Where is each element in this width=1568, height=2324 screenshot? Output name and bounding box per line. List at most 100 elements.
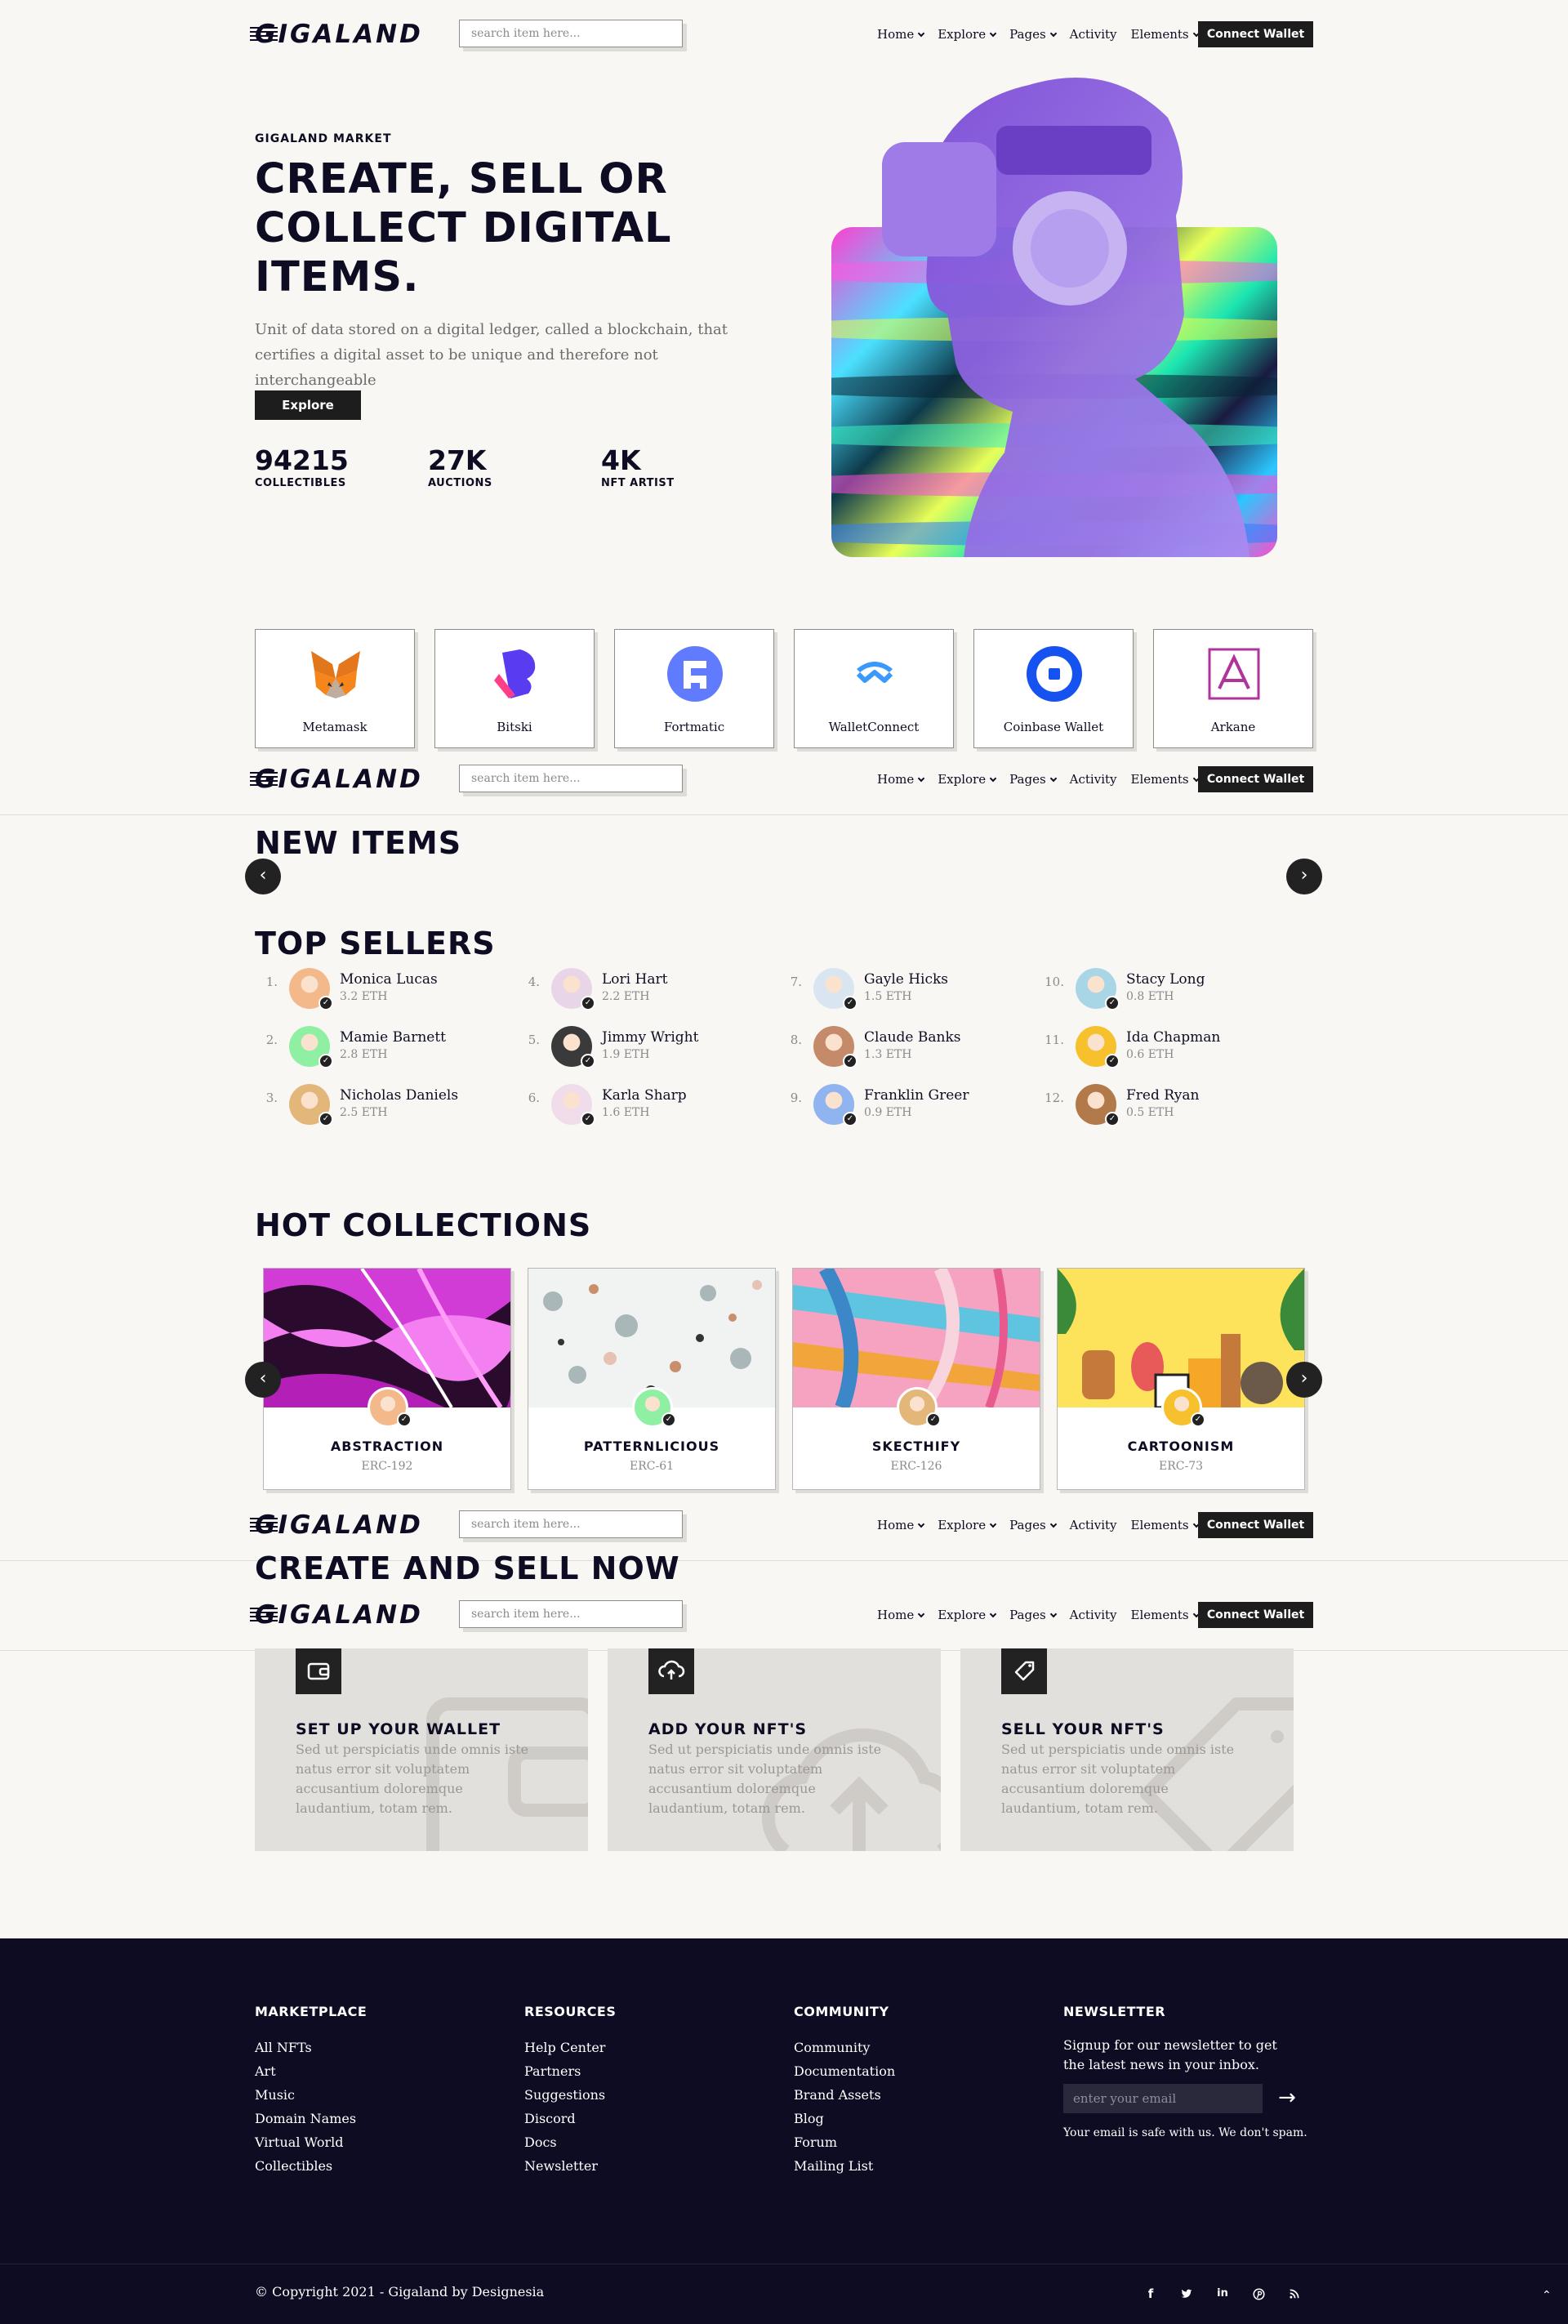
new-items-prev-button[interactable]: ‹	[245, 859, 281, 894]
stat-label: NFT Artist	[601, 477, 675, 489]
footer-link[interactable]: Mailing List	[794, 2154, 895, 2178]
collection-card[interactable]: ✓ Skecthify ERC-126	[792, 1268, 1040, 1490]
seller-avatar[interactable]: ✓	[551, 1026, 595, 1068]
linkedin-icon[interactable]: in	[1213, 2284, 1232, 2304]
nav-item-explore[interactable]: Explore	[938, 772, 997, 787]
footer-link[interactable]: Collectibles	[255, 2154, 367, 2178]
search-input[interactable]: search item here...	[459, 765, 683, 792]
footer-link[interactable]: Music	[255, 2083, 367, 2107]
collections-prev-button[interactable]: ‹	[245, 1362, 281, 1398]
footer-link[interactable]: Community	[794, 2036, 895, 2059]
nav-item-pages[interactable]: Pages	[1009, 1518, 1057, 1532]
nav-item-activity[interactable]: Activity	[1070, 1518, 1117, 1532]
wallet-card-bitski[interactable]: Bitski	[434, 629, 595, 748]
seller-item[interactable]: 6. ✓ Karla Sharp 1.6 ETH	[519, 1084, 764, 1130]
footer-link[interactable]: Partners	[524, 2059, 616, 2083]
seller-avatar[interactable]: ✓	[813, 1084, 858, 1126]
seller-item[interactable]: 11. ✓ Ida Chapman 0.6 ETH	[1043, 1026, 1288, 1072]
scroll-to-top-icon[interactable]: ⌃	[1542, 2289, 1552, 2302]
connect-wallet-button[interactable]: Connect Wallet	[1198, 766, 1313, 792]
search-input[interactable]: search item here...	[459, 1510, 683, 1538]
nav-item-pages[interactable]: Pages	[1009, 27, 1057, 42]
collection-card[interactable]: ✓ Patternlicious ERC-61	[528, 1268, 776, 1490]
seller-item[interactable]: 5. ✓ Jimmy Wright 1.9 ETH	[519, 1026, 764, 1072]
collection-card[interactable]: ✓ Abstraction ERC-192	[263, 1268, 511, 1490]
footer-link[interactable]: Suggestions	[524, 2083, 616, 2107]
collections-next-button[interactable]: ›	[1286, 1362, 1322, 1398]
footer-link[interactable]: Art	[255, 2059, 367, 2083]
nav-item-activity[interactable]: Activity	[1070, 1608, 1117, 1622]
footer-link[interactable]: Newsletter	[524, 2154, 616, 2178]
seller-avatar[interactable]: ✓	[551, 1084, 595, 1126]
nav-item-elements[interactable]: Elements	[1131, 27, 1200, 42]
seller-item[interactable]: 9. ✓ Franklin Greer 0.9 ETH	[781, 1084, 1026, 1130]
wallet-card-coinbase-wallet[interactable]: Coinbase Wallet	[973, 629, 1134, 748]
nav-item-pages[interactable]: Pages	[1009, 772, 1057, 787]
nav-item-elements[interactable]: Elements	[1131, 1518, 1200, 1532]
explore-button[interactable]: Explore	[255, 390, 361, 420]
nav-item-elements[interactable]: Elements	[1131, 772, 1200, 787]
nav-item-home[interactable]: Home	[877, 1608, 925, 1622]
rss-icon[interactable]	[1285, 2284, 1304, 2304]
footer-link[interactable]: Blog	[794, 2107, 895, 2130]
nav-item-explore[interactable]: Explore	[938, 1608, 997, 1622]
nav-item-activity[interactable]: Activity	[1070, 772, 1117, 787]
connect-wallet-button[interactable]: Connect Wallet	[1198, 1512, 1313, 1538]
gigaland-logo[interactable]: GIGALAND	[250, 1600, 434, 1630]
seller-avatar[interactable]: ✓	[289, 1026, 333, 1068]
nav-item-home[interactable]: Home	[877, 1518, 925, 1532]
seller-item[interactable]: 8. ✓ Claude Banks 1.3 ETH	[781, 1026, 1026, 1072]
seller-eth: 0.6 ETH	[1126, 1048, 1174, 1061]
nav-item-elements[interactable]: Elements	[1131, 1608, 1200, 1622]
wallet-card-walletconnect[interactable]: WalletConnect	[794, 629, 954, 748]
seller-avatar[interactable]: ✓	[813, 1026, 858, 1068]
search-input[interactable]: search item here...	[459, 20, 683, 47]
verified-check-icon: ✓	[318, 1112, 333, 1126]
newsletter-submit-arrow-icon[interactable]: →	[1272, 2084, 1302, 2113]
wallet-card-metamask[interactable]: Metamask	[255, 629, 415, 748]
footer-link[interactable]: Docs	[524, 2130, 616, 2154]
nav-item-activity[interactable]: Activity	[1070, 27, 1117, 42]
footer-link[interactable]: Forum	[794, 2130, 895, 2154]
footer-link[interactable]: Domain Names	[255, 2107, 367, 2130]
pinterest-icon[interactable]	[1249, 2284, 1268, 2304]
footer-link[interactable]: Documentation	[794, 2059, 895, 2083]
footer-link[interactable]: Brand Assets	[794, 2083, 895, 2107]
nav-item-explore[interactable]: Explore	[938, 27, 997, 42]
seller-avatar[interactable]: ✓	[1076, 1084, 1120, 1126]
seller-item[interactable]: 1. ✓ Monica Lucas 3.2 ETH	[256, 968, 501, 1014]
new-items-next-button[interactable]: ›	[1286, 859, 1322, 894]
facebook-icon[interactable]: f	[1141, 2284, 1160, 2304]
connect-wallet-button[interactable]: Connect Wallet	[1198, 21, 1313, 47]
seller-avatar[interactable]: ✓	[289, 968, 333, 1010]
search-input[interactable]: search item here...	[459, 1600, 683, 1628]
seller-item[interactable]: 10. ✓ Stacy Long 0.8 ETH	[1043, 968, 1288, 1014]
footer-link[interactable]: Help Center	[524, 2036, 616, 2059]
seller-item[interactable]: 2. ✓ Mamie Barnett 2.8 ETH	[256, 1026, 501, 1072]
gigaland-logo[interactable]: GIGALAND	[250, 1510, 434, 1540]
nav-item-pages[interactable]: Pages	[1009, 1608, 1057, 1622]
seller-avatar[interactable]: ✓	[813, 968, 858, 1010]
footer-link[interactable]: All NFTs	[255, 2036, 367, 2059]
seller-avatar[interactable]: ✓	[289, 1084, 333, 1126]
gigaland-logo[interactable]: GIGALAND	[250, 20, 434, 49]
seller-avatar[interactable]: ✓	[551, 968, 595, 1010]
seller-item[interactable]: 7. ✓ Gayle Hicks 1.5 ETH	[781, 968, 1026, 1014]
connect-wallet-button[interactable]: Connect Wallet	[1198, 1602, 1313, 1628]
seller-avatar[interactable]: ✓	[1076, 1026, 1120, 1068]
nav-item-explore[interactable]: Explore	[938, 1518, 997, 1532]
wallet-card-fortmatic[interactable]: Fortmatic	[614, 629, 774, 748]
footer-link[interactable]: Discord	[524, 2107, 616, 2130]
seller-item[interactable]: 12. ✓ Fred Ryan 0.5 ETH	[1043, 1084, 1288, 1130]
footer-link[interactable]: Virtual World	[255, 2130, 367, 2154]
seller-avatar[interactable]: ✓	[1076, 968, 1120, 1010]
wallet-card-arkane[interactable]: Arkane	[1153, 629, 1313, 748]
collection-card[interactable]: ✓ Cartoonism ERC-73	[1057, 1268, 1305, 1490]
twitter-icon[interactable]	[1177, 2284, 1196, 2304]
gigaland-logo[interactable]: GIGALAND	[250, 765, 434, 794]
nav-item-home[interactable]: Home	[877, 772, 925, 787]
seller-item[interactable]: 4. ✓ Lori Hart 2.2 ETH	[519, 968, 764, 1014]
newsletter-email-input[interactable]: enter your email	[1063, 2084, 1263, 2113]
seller-item[interactable]: 3. ✓ Nicholas Daniels 2.5 ETH	[256, 1084, 501, 1130]
nav-item-home[interactable]: Home	[877, 27, 925, 42]
